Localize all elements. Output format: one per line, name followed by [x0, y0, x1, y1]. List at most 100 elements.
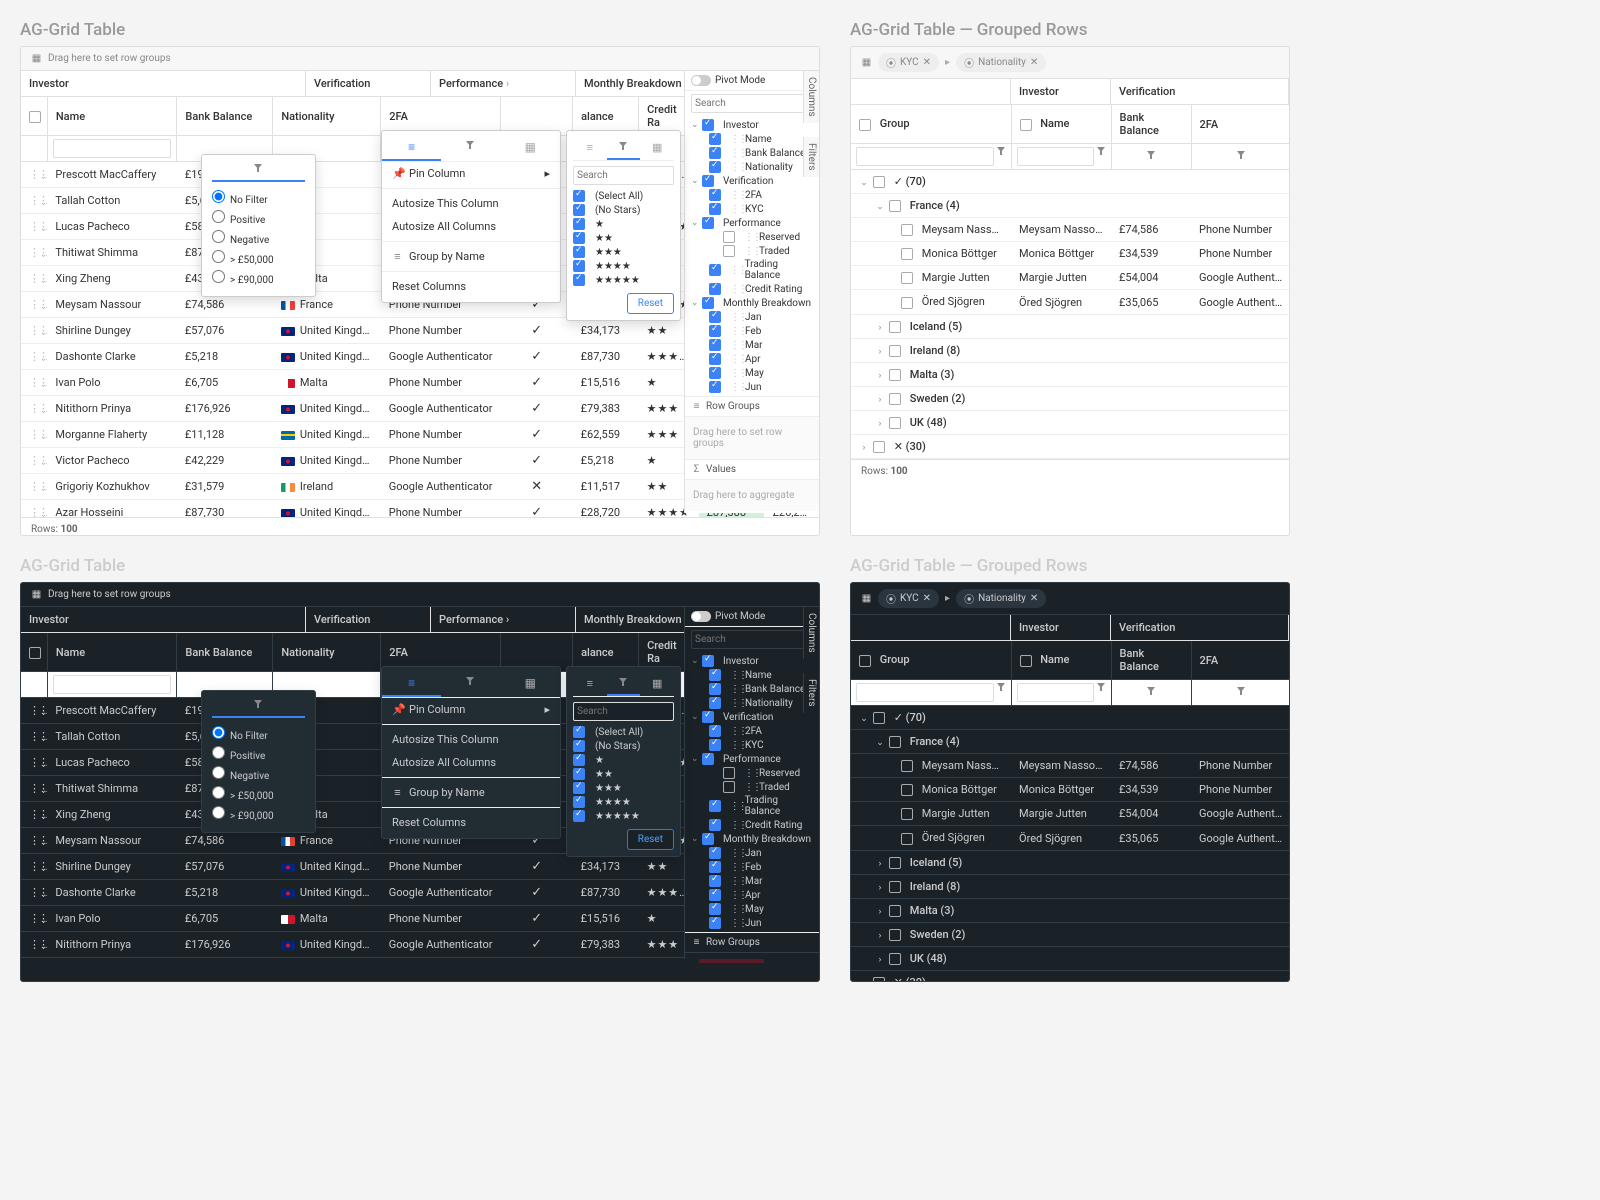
funnel-icon[interactable]: [997, 147, 1006, 156]
tree-group-monthly[interactable]: ⌄Monthly Breakdown: [691, 832, 813, 846]
tree-col-kyc[interactable]: ⋮⋮KYC: [691, 738, 813, 752]
filters-tab[interactable]: Filters: [803, 673, 819, 713]
col-nat[interactable]: Nationality: [273, 633, 381, 672]
tree-col-kyc[interactable]: ⋮⋮KYC: [691, 202, 813, 216]
filter-positive[interactable]: [212, 210, 225, 223]
gcol-name[interactable]: Name: [1011, 105, 1111, 144]
tree-col-jun[interactable]: ⋮⋮Jun: [691, 916, 813, 930]
tree-col-twofa[interactable]: ⋮⋮2FA: [691, 188, 813, 202]
tree-col-name[interactable]: ⋮⋮Name: [691, 132, 813, 146]
tree-col-nationality[interactable]: ⋮⋮Nationality: [691, 696, 813, 710]
pin-column[interactable]: 📌Pin Column▸: [382, 698, 560, 721]
funnel-icon[interactable]: [1147, 151, 1156, 160]
group-row[interactable]: ⌄ France (4): [851, 730, 1290, 754]
funnel-icon[interactable]: [1237, 151, 1246, 160]
sidepanel-search[interactable]: [691, 94, 813, 113]
tree-col-bank_balance[interactable]: ⋮⋮Bank Balance: [691, 146, 813, 160]
table-row[interactable]: Öred SjögrenÖred Sjögren£35,065Google Au…: [851, 290, 1290, 314]
set-filter-search[interactable]: [573, 166, 674, 185]
reset-button[interactable]: Reset: [627, 293, 674, 314]
filter-name[interactable]: [47, 136, 177, 162]
tree-col-reserved[interactable]: ⋮⋮Reserved: [691, 766, 813, 780]
tree-col-credit_rating[interactable]: ⋮⋮Credit Rating: [691, 282, 813, 296]
tree-col-jan[interactable]: ⋮⋮Jan: [691, 310, 813, 324]
tree-col-may[interactable]: ⋮⋮May: [691, 366, 813, 380]
sf-tab-cols[interactable]: ▦: [640, 137, 674, 160]
tree-col-feb[interactable]: ⋮⋮Feb: [691, 324, 813, 338]
select-all-checkbox[interactable]: [21, 97, 47, 136]
tree-group-investor[interactable]: ⌄Investor: [691, 118, 813, 132]
group-performance[interactable]: Performance ›: [431, 607, 576, 632]
tree-group-investor[interactable]: ⌄Investor: [691, 654, 813, 668]
tree-group-performance[interactable]: ⌄Performance: [691, 752, 813, 766]
pill-kyc[interactable]: ⦿ KYC ✕: [878, 589, 939, 608]
autosize-this[interactable]: Autosize This Column: [382, 728, 560, 751]
g-verification[interactable]: Verification: [1111, 79, 1289, 104]
close-icon[interactable]: ✕: [1030, 57, 1038, 68]
group-row[interactable]: ⌄ ✓ (70): [851, 170, 1290, 194]
autosize-all[interactable]: Autosize All Columns: [382, 751, 560, 774]
tree-col-apr[interactable]: ⋮⋮Apr: [691, 352, 813, 366]
tree-col-nationality[interactable]: ⋮⋮Nationality: [691, 160, 813, 174]
autosize-all[interactable]: Autosize All Columns: [382, 215, 560, 238]
group-row[interactable]: › Ireland (8): [851, 338, 1290, 362]
menu-tab-general[interactable]: ≡: [382, 135, 441, 161]
tree-col-credit_rating[interactable]: ⋮⋮Credit Rating: [691, 818, 813, 832]
group-investor[interactable]: Investor: [21, 71, 306, 96]
filter-gt90[interactable]: [212, 270, 225, 283]
row-groups-dropzone[interactable]: Drag here to set row groups: [685, 416, 819, 459]
stars-filter-popover[interactable]: ≡▦ (Select All) (No Stars) ★ ★★ ★★★ ★★★★…: [566, 130, 681, 321]
group-row[interactable]: › Malta (3): [851, 898, 1290, 922]
pin-column[interactable]: 📌Pin Column▸: [382, 162, 560, 185]
stars-filter-dark[interactable]: ≡▦ (Select All) (No Stars) ★ ★★ ★★★ ★★★★…: [566, 666, 681, 857]
table-row[interactable]: Meysam NassourMeysam Nassour£74,586Phone…: [851, 754, 1290, 778]
table-row[interactable]: Monica BöttgerMonica Böttger£34,539Phone…: [851, 242, 1290, 266]
tree-group-monthly[interactable]: ⌄Monthly Breakdown: [691, 296, 813, 310]
table-row[interactable]: Margie JuttenMargie Jutten£54,004Google …: [851, 802, 1290, 826]
col-name[interactable]: Name: [47, 97, 177, 136]
group-row[interactable]: › ✕ (30): [851, 435, 1290, 459]
table-row[interactable]: Meysam NassourMeysam Nassour£74,586Phone…: [851, 218, 1290, 242]
group-performance[interactable]: Performance ›: [431, 71, 576, 96]
tree-col-traded[interactable]: ⋮⋮Traded: [691, 780, 813, 794]
sf-tab-general[interactable]: ≡: [573, 137, 607, 160]
tree-col-traded[interactable]: ⋮⋮Traded: [691, 244, 813, 258]
g-investor[interactable]: Investor: [1011, 79, 1111, 104]
group-row[interactable]: › Iceland (5): [851, 314, 1290, 338]
tree-col-jun[interactable]: ⋮⋮Jun: [691, 380, 813, 394]
table-row[interactable]: Monica BöttgerMonica Böttger£34,539Phone…: [851, 778, 1290, 802]
tree-col-mar[interactable]: ⋮⋮Mar: [691, 338, 813, 352]
row-group-dropzone[interactable]: ▦ Drag here to set row groups: [21, 583, 819, 607]
row-group-dropzone[interactable]: ▦ Drag here to set row groups: [21, 47, 819, 71]
col-name[interactable]: Name: [47, 633, 177, 672]
col-nationality[interactable]: Nationality: [273, 97, 381, 136]
tree-col-name[interactable]: ⋮⋮Name: [691, 668, 813, 682]
tree-col-trading_balance[interactable]: ⋮⋮Trading Balance: [691, 794, 813, 818]
tree-col-twofa[interactable]: ⋮⋮2FA: [691, 724, 813, 738]
group-row[interactable]: › Iceland (5): [851, 850, 1290, 874]
tree-col-trading_balance[interactable]: ⋮⋮Trading Balance: [691, 258, 813, 282]
column-menu-dark[interactable]: ≡▦ 📌Pin Column▸ Autosize This Column Aut…: [381, 666, 561, 839]
close-icon[interactable]: ✕: [923, 57, 931, 68]
group-verification[interactable]: Verification: [306, 71, 431, 96]
columns-tab[interactable]: Columns: [803, 71, 819, 123]
pill-nationality[interactable]: ⦿ Nationality ✕: [956, 53, 1046, 72]
filter-name[interactable]: [53, 675, 172, 694]
tree-col-mar[interactable]: ⋮⋮Mar: [691, 874, 813, 888]
group-row[interactable]: › UK (48): [851, 410, 1290, 434]
columns-sidepanel-dark[interactable]: Pivot Mode ⌄Investor⋮⋮Name⋮⋮Bank Balance…: [684, 607, 819, 959]
columns-tab[interactable]: Columns: [803, 607, 819, 659]
group-row[interactable]: › Ireland (8): [851, 874, 1290, 898]
menu-tab-columns[interactable]: ▦: [501, 135, 560, 161]
group-row[interactable]: › UK (48): [851, 946, 1290, 970]
tree-col-jan[interactable]: ⋮⋮Jan: [691, 846, 813, 860]
tree-group-performance[interactable]: ⌄Performance: [691, 216, 813, 230]
group-verification[interactable]: Verification: [306, 607, 431, 632]
autosize-this[interactable]: Autosize This Column: [382, 192, 560, 215]
col-group[interactable]: Group: [851, 105, 1011, 144]
g-verification[interactable]: Verification: [1111, 615, 1289, 640]
pivot-toggle[interactable]: [691, 75, 711, 86]
table-row[interactable]: Margie JuttenMargie Jutten£54,004Google …: [851, 266, 1290, 290]
pill-nationality[interactable]: ⦿ Nationality ✕: [956, 589, 1046, 608]
group-by-name[interactable]: ≡Group by Name: [382, 245, 560, 268]
